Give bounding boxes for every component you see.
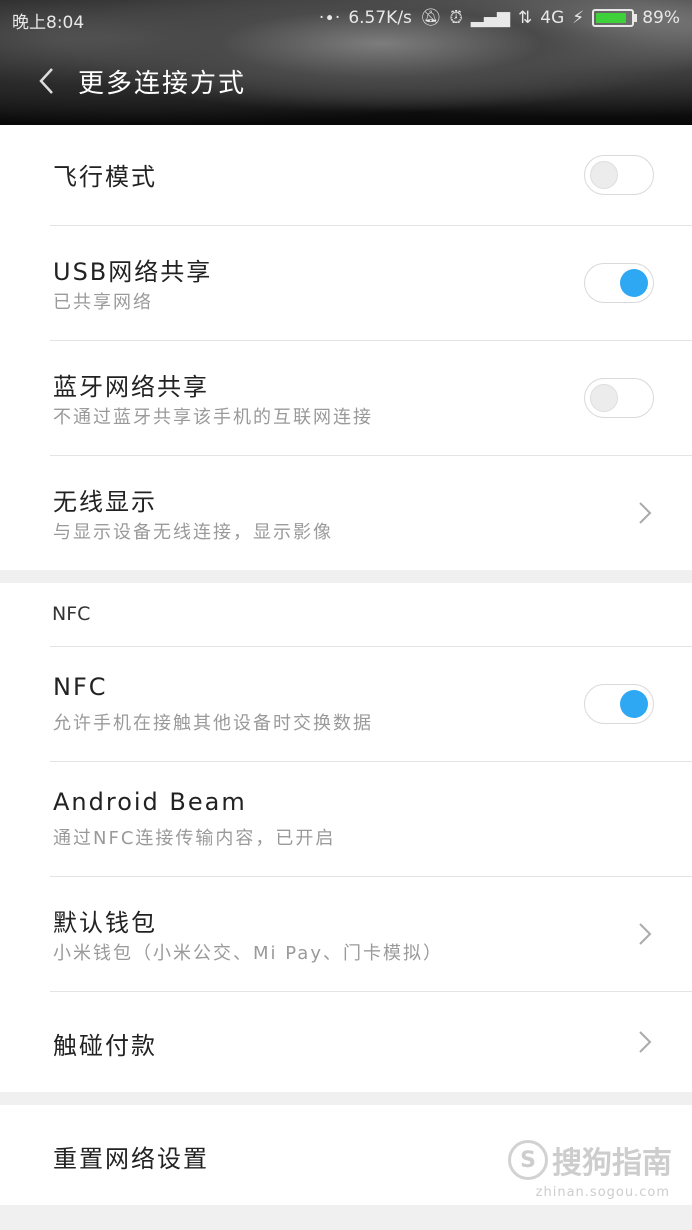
toggle-knob bbox=[590, 161, 618, 189]
row-title: 触碰付款 bbox=[53, 1032, 157, 1060]
airplane-mode-toggle[interactable] bbox=[584, 155, 654, 195]
wireless-display-row[interactable]: 无线显示 与显示设备无线连接，显示影像 bbox=[50, 456, 692, 570]
nfc-section: NFC NFC 允许手机在接触其他设备时交换数据 Android Beam 通过… bbox=[0, 583, 692, 1092]
status-time: 晚上8:04 bbox=[12, 13, 85, 33]
row-title: 默认钱包 bbox=[53, 909, 157, 937]
section-header-label: NFC bbox=[52, 603, 91, 625]
watermark-text: 搜狗指南 bbox=[552, 1146, 672, 1181]
sogou-logo-icon: S bbox=[508, 1140, 548, 1180]
usb-tethering-row[interactable]: USB网络共享 已共享网络 bbox=[50, 226, 692, 341]
watermark-url: zhinan.sogou.com bbox=[535, 1185, 670, 1200]
charging-icon: ⚡︎ bbox=[572, 8, 585, 28]
mute-bell-icon: 🔕︎ bbox=[419, 8, 442, 28]
chevron-right-icon bbox=[639, 923, 652, 945]
row-title: 无线显示 bbox=[53, 488, 157, 516]
row-subtitle: 与显示设备无线连接，显示影像 bbox=[53, 522, 333, 543]
data-arrows-icon: ⇅ bbox=[518, 8, 533, 28]
nfc-toggle[interactable] bbox=[584, 684, 654, 724]
network-type: 4G bbox=[540, 8, 565, 28]
row-title: 重置网络设置 bbox=[53, 1145, 209, 1173]
usb-tethering-toggle[interactable] bbox=[584, 263, 654, 303]
nav-bar: 更多连接方式 bbox=[0, 52, 692, 110]
row-title: NFC bbox=[53, 673, 108, 701]
header: 晚上8:04 ·∙· 6.57K/s 🔕︎ ⏰︎ ▂▄▆ ⇅ 4G ⚡︎ 89%… bbox=[0, 0, 692, 125]
toggle-knob bbox=[620, 269, 648, 297]
bluetooth-tethering-row[interactable]: 蓝牙网络共享 不通过蓝牙共享该手机的互联网连接 bbox=[50, 341, 692, 456]
row-title: USB网络共享 bbox=[53, 258, 213, 286]
toggle-knob bbox=[590, 384, 618, 412]
nfc-row[interactable]: NFC 允许手机在接触其他设备时交换数据 bbox=[50, 647, 692, 762]
chevron-right-icon bbox=[639, 502, 652, 524]
default-wallet-row[interactable]: 默认钱包 小米钱包（小米公交、Mi Pay、门卡模拟） bbox=[50, 877, 692, 992]
row-subtitle: 允许手机在接触其他设备时交换数据 bbox=[53, 713, 373, 734]
hd-signal-icon: ▂▄▆ bbox=[470, 8, 511, 28]
connections-section: 飞行模式 USB网络共享 已共享网络 蓝牙网络共享 不通过蓝牙共享该手机的互联网… bbox=[0, 125, 692, 570]
watermark: S 搜狗指南 bbox=[508, 1138, 672, 1182]
row-subtitle: 通过NFC连接传输内容，已开启 bbox=[53, 828, 336, 849]
battery-percent: 89% bbox=[642, 8, 680, 28]
toggle-knob bbox=[620, 690, 648, 718]
android-beam-row[interactable]: Android Beam 通过NFC连接传输内容，已开启 bbox=[50, 762, 692, 877]
row-subtitle: 不通过蓝牙共享该手机的互联网连接 bbox=[53, 407, 373, 428]
back-arrow-icon[interactable] bbox=[26, 61, 66, 101]
network-speed: 6.57K/s bbox=[348, 8, 412, 28]
status-bar: 晚上8:04 ·∙· 6.57K/s 🔕︎ ⏰︎ ▂▄▆ ⇅ 4G ⚡︎ 89% bbox=[0, 0, 692, 38]
bluetooth-tethering-toggle[interactable] bbox=[584, 378, 654, 418]
page-title: 更多连接方式 bbox=[78, 68, 247, 99]
row-title: Android Beam bbox=[53, 788, 247, 816]
battery-fill bbox=[596, 13, 627, 23]
row-subtitle: 小米钱包（小米公交、Mi Pay、门卡模拟） bbox=[53, 943, 443, 964]
status-right: ·∙· 6.57K/s 🔕︎ ⏰︎ ▂▄▆ ⇅ 4G ⚡︎ 89% bbox=[319, 8, 680, 28]
row-subtitle: 已共享网络 bbox=[53, 292, 153, 313]
signal-dots-icon: ·∙· bbox=[318, 8, 341, 28]
tap-and-pay-row[interactable]: 触碰付款 bbox=[50, 992, 692, 1092]
row-title: 飞行模式 bbox=[53, 163, 157, 191]
alarm-icon: ⏰︎ bbox=[449, 8, 463, 28]
row-title: 蓝牙网络共享 bbox=[53, 373, 209, 401]
nfc-section-header: NFC bbox=[50, 583, 692, 647]
airplane-mode-row[interactable]: 飞行模式 bbox=[50, 125, 692, 226]
chevron-right-icon bbox=[639, 1031, 652, 1053]
battery-icon bbox=[592, 9, 638, 27]
